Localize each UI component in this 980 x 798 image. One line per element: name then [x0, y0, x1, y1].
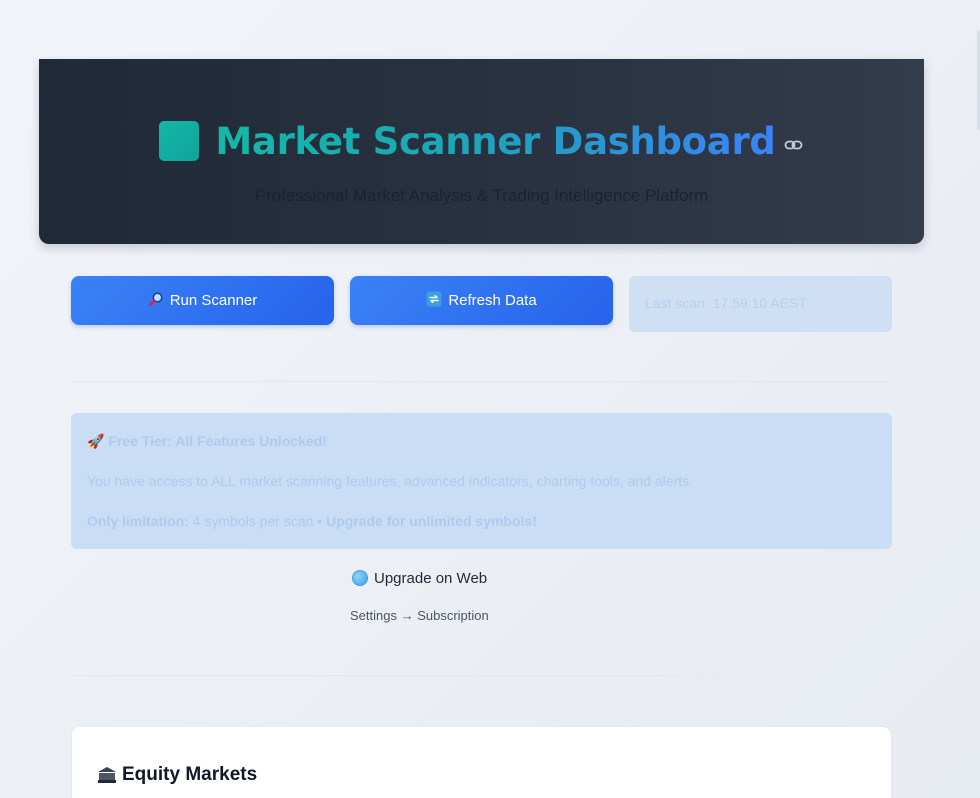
- refresh-icon: [426, 291, 442, 311]
- limit-label: Only limitation:: [87, 513, 189, 529]
- rocket-icon: 🚀: [87, 433, 105, 449]
- upgrade-cta[interactable]: Upgrade for unlimited symbols!: [326, 513, 537, 529]
- upgrade-path-hint: Settings → Subscription: [350, 608, 489, 623]
- divider: [71, 675, 892, 676]
- divider: [71, 381, 892, 382]
- globe-icon: [352, 570, 368, 586]
- title-row: Market Scanner Dashboard: [39, 111, 924, 171]
- equity-markets-card: Equity Markets: [72, 727, 891, 798]
- banner-title-row: 🚀 Free Tier: All Features Unlocked!: [87, 431, 876, 471]
- banner-limit-row: Only limitation: 4 symbols per scan • Up…: [87, 511, 876, 551]
- page-subtitle: Professional Market Analysis & Trading I…: [254, 186, 709, 205]
- run-scanner-button[interactable]: Run Scanner: [71, 276, 334, 325]
- banner-title: Free Tier: All Features Unlocked!: [108, 433, 327, 449]
- refresh-data-label: Refresh Data: [448, 292, 537, 309]
- refresh-data-button[interactable]: Refresh Data: [350, 276, 613, 325]
- bank-icon: [96, 766, 118, 784]
- run-scanner-label: Run Scanner: [169, 292, 258, 309]
- equity-markets-title: Equity Markets: [122, 764, 258, 785]
- last-scan-status: Last scan: 17:59:10 AEST: [629, 276, 892, 332]
- banner-body: You have access to ALL market scanning f…: [87, 473, 693, 489]
- free-tier-banner: 🚀 Free Tier: All Features Unlocked! You …: [71, 413, 892, 549]
- dashboard-header: Market Scanner Dashboard Professional Ma…: [39, 59, 924, 244]
- teal-square-icon: [159, 121, 200, 161]
- section-heading: Equity Markets: [96, 764, 257, 786]
- upgrade-on-web-link[interactable]: Upgrade on Web: [352, 568, 487, 588]
- magnifier-icon: [148, 291, 164, 311]
- page-title: Market Scanner Dashboard: [215, 119, 776, 163]
- upgrade-label: Upgrade on Web: [374, 569, 488, 587]
- limit-text: 4 symbols per scan •: [188, 513, 327, 529]
- link-icon[interactable]: [784, 138, 804, 152]
